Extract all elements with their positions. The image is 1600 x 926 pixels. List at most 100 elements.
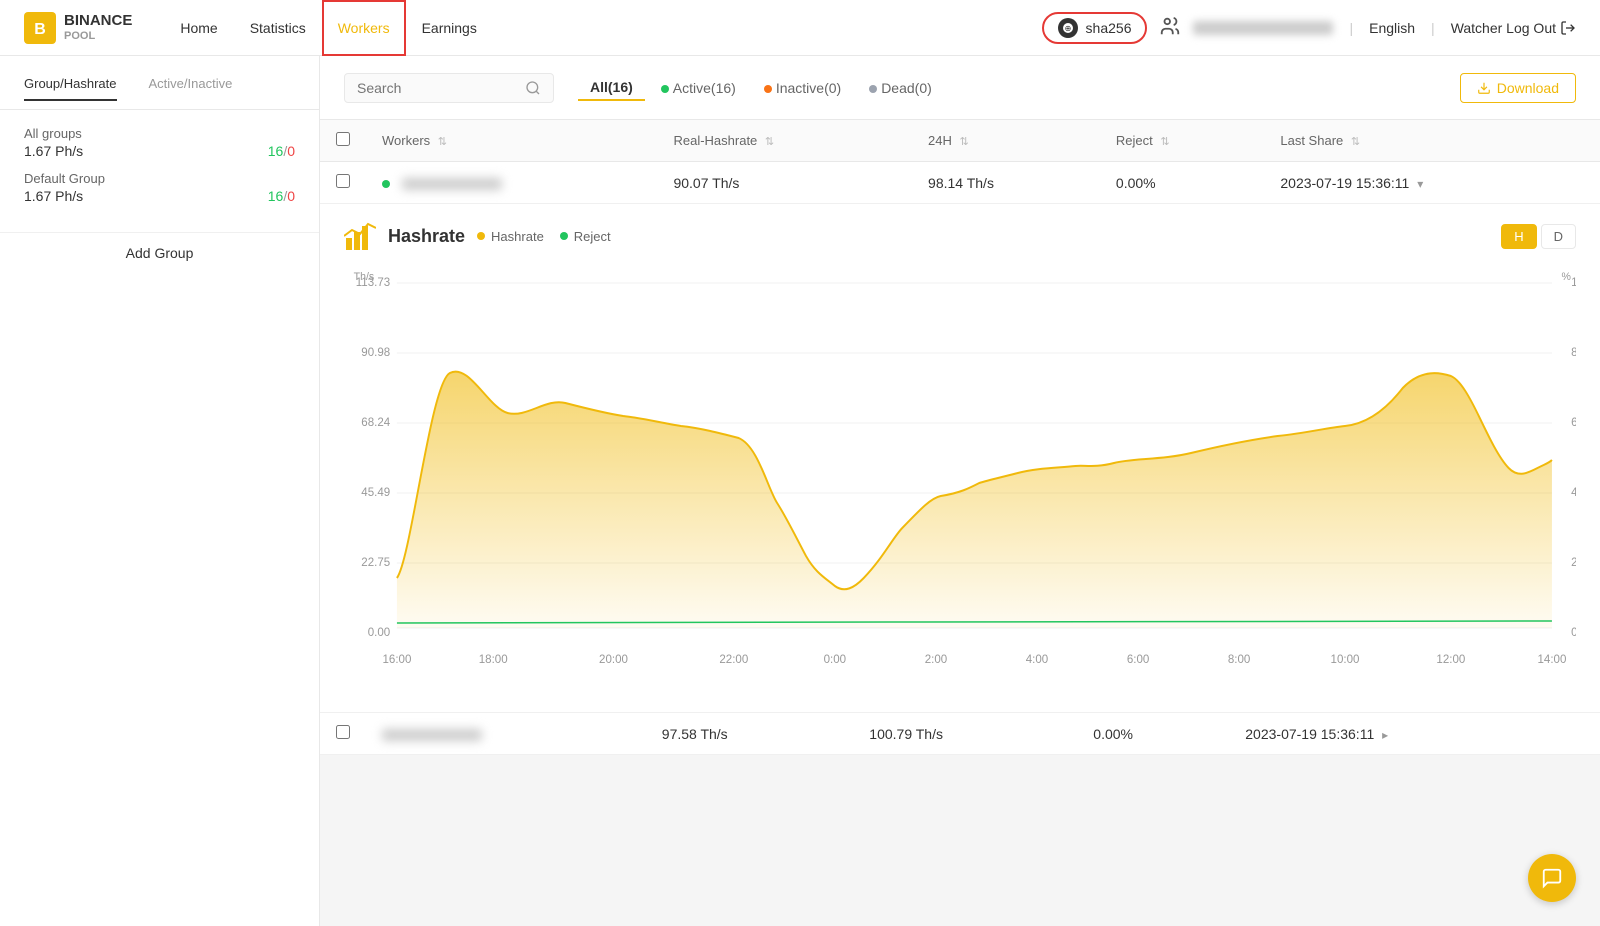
status-dot-active (382, 180, 390, 188)
row2-expand-arrow[interactable]: ▸ (1382, 728, 1388, 742)
filter-tab-inactive[interactable]: Inactive(0) (752, 76, 853, 100)
worker2-name-blurred (382, 729, 482, 741)
group-hashrate: 1.67 Ph/s (24, 188, 83, 204)
select-all-checkbox[interactable] (336, 132, 350, 146)
row-checkbox[interactable] (336, 174, 350, 188)
nav-home[interactable]: Home (164, 0, 233, 56)
language-selector[interactable]: English (1369, 20, 1415, 36)
svg-text:18:00: 18:00 (479, 653, 508, 666)
filter-tab-all[interactable]: All(16) (578, 75, 645, 101)
svg-text:16:00: 16:00 (382, 653, 411, 666)
list-item: Default Group 1.67 Ph/s 16/0 (24, 171, 295, 204)
svg-text:Th/s: Th/s (354, 271, 375, 283)
sidebar-tab-active-inactive[interactable]: Active/Inactive (149, 76, 233, 101)
group-name: Default Group (24, 171, 295, 186)
hashrate-chart: 113.73 90.98 68.24 45.49 22.75 0.00 Th/s… (344, 268, 1576, 688)
legend-hashrate: Hashrate (477, 229, 544, 244)
col-workers: Workers ⇅ (366, 120, 657, 162)
group-counts: 16/0 (268, 188, 295, 204)
svg-text:⊕: ⊕ (1064, 24, 1071, 33)
row2-reject: 0.00% (1077, 713, 1229, 755)
active-count: 16 (268, 188, 284, 204)
expand-arrow[interactable]: ▾ (1417, 177, 1423, 191)
active-count: 16 (268, 143, 284, 159)
svg-text:%: % (1562, 271, 1572, 283)
sidebar-tabs: Group/Hashrate Active/Inactive (0, 56, 319, 110)
row2-checkbox[interactable] (336, 725, 350, 739)
svg-text:2:00: 2:00 (925, 653, 948, 666)
table-row: 97.58 Th/s 100.79 Th/s 0.00% 2023-07-19 … (320, 713, 1600, 755)
period-d-button[interactable]: D (1541, 224, 1576, 249)
search-box[interactable] (344, 73, 554, 103)
chart-container: 113.73 90.98 68.24 45.49 22.75 0.00 Th/s… (344, 268, 1576, 688)
users-icon[interactable] (1159, 15, 1181, 40)
header-divider: | (1349, 20, 1353, 36)
last-share-cell: 2023-07-19 15:36:11 ▾ (1264, 162, 1600, 204)
col-last-share: Last Share ⇅ (1264, 120, 1600, 162)
row2-checkbox-cell (320, 713, 366, 755)
table-header-checkbox (320, 120, 366, 162)
sort-icon: ⇅ (765, 136, 774, 148)
svg-text:6:00: 6:00 (1127, 653, 1150, 666)
svg-text:14:00: 14:00 (1537, 653, 1566, 666)
col-reject: Reject ⇅ (1100, 120, 1264, 162)
group-counts: 16/0 (268, 143, 295, 159)
header-right: ⊕ sha256 | English | Watcher Log Out (1042, 12, 1576, 44)
svg-text:12:00: 12:00 (1436, 653, 1465, 666)
inactive-dot (764, 85, 772, 93)
row2-real-hashrate: 97.58 Th/s (646, 713, 854, 755)
filter-tab-dead[interactable]: Dead(0) (857, 76, 944, 100)
filter-tab-active[interactable]: Active(16) (649, 76, 748, 100)
svg-text:0:00: 0:00 (824, 653, 847, 666)
svg-text:20:00: 20:00 (599, 653, 628, 666)
page-layout: Group/Hashrate Active/Inactive All group… (0, 56, 1600, 926)
sort-icon: ⇅ (1160, 136, 1169, 148)
watcher-logout-button[interactable]: Watcher Log Out (1451, 20, 1576, 36)
sidebar-tab-group-hashrate[interactable]: Group/Hashrate (24, 76, 117, 101)
period-buttons: H D (1501, 224, 1576, 249)
chat-button[interactable] (1528, 854, 1576, 902)
workers-toolbar: All(16) Active(16) Inactive(0) Dead(0) D… (320, 56, 1600, 120)
group-stats: 1.67 Ph/s 16/0 (24, 143, 295, 159)
period-h-button[interactable]: H (1501, 224, 1536, 249)
legend-dot-hashrate (477, 232, 485, 240)
svg-text:68.24: 68.24 (361, 416, 390, 429)
search-input[interactable] (357, 80, 517, 96)
legend-reject: Reject (560, 229, 611, 244)
algo-badge[interactable]: ⊕ sha256 (1042, 12, 1148, 44)
svg-text:100: 100 (1571, 276, 1576, 289)
svg-text:45.49: 45.49 (361, 486, 390, 499)
algo-icon: ⊕ (1058, 18, 1078, 38)
logo[interactable]: B BINANCE POOL (24, 12, 132, 44)
list-item: All groups 1.67 Ph/s 16/0 (24, 126, 295, 159)
algo-label: sha256 (1086, 20, 1132, 36)
chart-header: Hashrate Hashrate Reject (344, 220, 1576, 252)
chart-section: Hashrate Hashrate Reject (320, 204, 1600, 713)
svg-text:4:00: 4:00 (1026, 653, 1049, 666)
sidebar: Group/Hashrate Active/Inactive All group… (0, 56, 320, 926)
tab-filters: All(16) Active(16) Inactive(0) Dead(0) (578, 75, 944, 101)
svg-text:0: 0 (1571, 626, 1576, 639)
svg-text:10:00: 10:00 (1331, 653, 1360, 666)
add-group-button[interactable]: Add Group (0, 233, 319, 273)
nav-statistics[interactable]: Statistics (234, 0, 322, 56)
row2-worker-cell (366, 713, 646, 755)
row2-h24: 100.79 Th/s (853, 713, 1077, 755)
header: B BINANCE POOL Home Statistics Workers E… (0, 0, 1600, 56)
nav-workers[interactable]: Workers (322, 0, 406, 56)
svg-text:B: B (34, 21, 46, 38)
dead-dot (869, 85, 877, 93)
svg-text:22:00: 22:00 (719, 653, 748, 666)
worker-name-cell (366, 162, 657, 204)
nav-earnings[interactable]: Earnings (406, 0, 493, 56)
download-button[interactable]: Download (1460, 73, 1576, 103)
workers-table: Workers ⇅ Real-Hashrate ⇅ 24H ⇅ Reject (320, 120, 1600, 204)
reject-cell: 0.00% (1100, 162, 1264, 204)
row2-last-share: 2023-07-19 15:36:11 ▸ (1229, 713, 1600, 755)
col-24h: 24H ⇅ (912, 120, 1100, 162)
workers-table-wrap: Workers ⇅ Real-Hashrate ⇅ 24H ⇅ Reject (320, 120, 1600, 755)
chat-icon (1541, 867, 1563, 889)
svg-text:80: 80 (1571, 346, 1576, 359)
active-dot (661, 85, 669, 93)
svg-text:20: 20 (1571, 556, 1576, 569)
